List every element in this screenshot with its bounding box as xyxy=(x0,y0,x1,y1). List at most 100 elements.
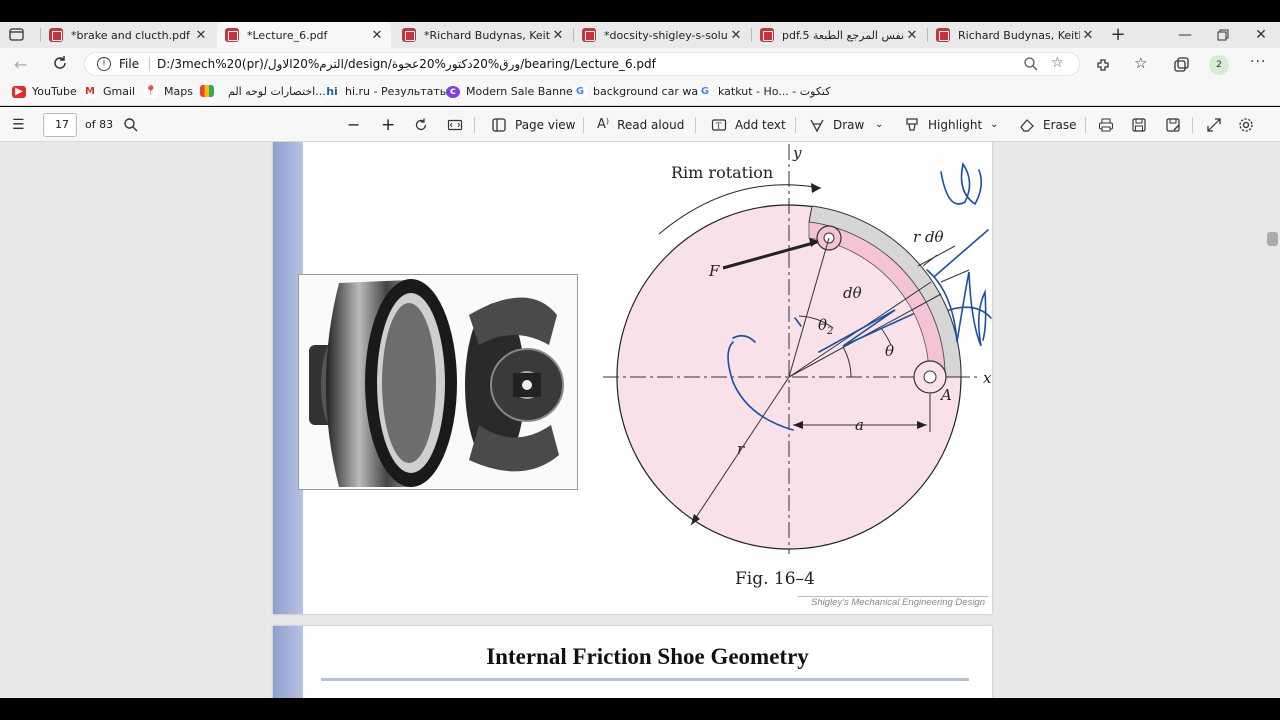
save-as-icon[interactable] xyxy=(1165,107,1181,142)
close-tab-icon[interactable]: ✕ xyxy=(904,28,920,43)
youtube-icon: ▶ xyxy=(12,85,26,98)
vertical-scrollbar-thumb[interactable] xyxy=(1267,232,1278,246)
tab-actions-icon[interactable] xyxy=(8,27,26,43)
bookmark-label: Modern Sale Banne... xyxy=(466,85,584,98)
address-divider xyxy=(149,57,150,71)
toolbar-divider xyxy=(474,117,475,133)
tab-title: *Lecture_6.pdf xyxy=(247,28,328,42)
tab-title: *brake and clucth.pdf xyxy=(71,28,190,42)
add-favorite-icon[interactable]: ☆ xyxy=(1051,55,1064,71)
minimize-icon[interactable]: — xyxy=(1176,25,1194,45)
new-tab-icon[interactable]: + xyxy=(1108,25,1128,45)
tab-richard-budynas-1[interactable]: *Richard Budynas, Keith Nis ✕ xyxy=(394,22,572,48)
refresh-icon[interactable] xyxy=(50,53,70,73)
erase-label: Erase xyxy=(1043,117,1077,132)
draw-options-chevron-icon[interactable]: ⌄ xyxy=(875,107,883,142)
gmail-icon: M xyxy=(83,85,97,98)
bookmark-katkut[interactable]: Gkatkut - Ho... - كتكوت xyxy=(698,85,830,98)
more-options-icon[interactable]: ··· xyxy=(1250,54,1266,70)
close-tab-icon[interactable]: ✕ xyxy=(193,28,209,43)
print-icon[interactable] xyxy=(1098,107,1114,142)
search-icon[interactable] xyxy=(123,107,139,142)
fullscreen-icon[interactable] xyxy=(1206,107,1222,142)
close-tab-icon[interactable]: ✕ xyxy=(1080,28,1096,43)
bookmarks-bar: ▶ YouTube M Gmail 📍 Maps اختصارات لوحه الم.… xyxy=(0,80,1280,106)
pdf-viewer[interactable]: Rim rotation F y x r dθ dθ θ2 θ A a r Fi… xyxy=(0,142,1280,698)
page-view-button[interactable]: Page view xyxy=(491,107,576,142)
page-view-icon xyxy=(492,117,506,132)
pdf-file-icon xyxy=(760,28,774,42)
point-a-label: A xyxy=(939,386,952,404)
hi-icon: hi xyxy=(325,84,339,98)
bookmark-label: background car wa... xyxy=(593,85,709,98)
find-in-page-icon[interactable] xyxy=(1023,56,1039,72)
tab-brake-clutch[interactable]: *brake and clucth.pdf ✕ xyxy=(41,22,215,48)
x-axis-label: x xyxy=(983,369,992,387)
dtheta-label: dθ xyxy=(843,284,862,302)
figure-caption: Fig. 16–4 xyxy=(735,569,815,589)
bookmark-modern-sale-banner[interactable]: c Modern Sale Banne... xyxy=(446,85,583,98)
back-icon[interactable]: ← xyxy=(14,55,27,74)
bookmark-gmail[interactable]: M Gmail xyxy=(83,85,135,98)
favorites-icon[interactable]: ☆ xyxy=(1134,54,1147,72)
rim-rotation-label: Rim rotation xyxy=(671,163,773,182)
save-icon[interactable] xyxy=(1131,107,1147,142)
pdf-file-icon xyxy=(582,28,596,42)
close-window-icon[interactable]: ✕ xyxy=(1252,25,1270,45)
r-dtheta-label: r dθ xyxy=(913,228,944,246)
extensions-icon[interactable] xyxy=(1094,56,1112,74)
highlight-button[interactable]: Highlight xyxy=(904,107,982,142)
tab-same-reference-5th-edition[interactable]: pdf.5 نفس المرجع الطبعة ✕ xyxy=(752,22,926,48)
highlight-options-chevron-icon[interactable]: ⌄ xyxy=(990,107,998,142)
bookmark-keyboard-shortcuts[interactable]: اختصارات لوحه الم... xyxy=(228,85,326,98)
tab-lecture-6[interactable]: *Lecture_6.pdf ✕ xyxy=(217,22,391,48)
pdf-file-icon xyxy=(936,28,950,42)
screen-bottom-bezel xyxy=(0,698,1280,720)
tab-docsity-shigley[interactable]: *docsity-shigley-s-solution- ✕ xyxy=(574,22,750,48)
close-tab-icon[interactable]: ✕ xyxy=(728,28,744,43)
bookmark-label: Maps xyxy=(164,85,193,98)
restore-icon[interactable] xyxy=(1214,26,1232,44)
profile-avatar[interactable]: 2 xyxy=(1209,55,1229,75)
bookmark-background-car[interactable]: Gbackground car wa... xyxy=(573,85,709,98)
close-tab-icon[interactable]: ✕ xyxy=(369,28,385,43)
bookmark-label: katkut - Ho... - كتكوت xyxy=(718,85,831,98)
canva-icon: c xyxy=(446,85,460,98)
y-axis-label: y xyxy=(792,144,802,162)
bookmark-maps[interactable]: 📍 Maps xyxy=(144,85,193,98)
theta2-subscript: 2 xyxy=(826,326,833,337)
zoom-out-icon[interactable]: − xyxy=(347,107,360,142)
address-bar[interactable]: i File D:/3mech%20(pr)/الترم%20الاول/des… xyxy=(84,52,1080,76)
svg-text:T: T xyxy=(716,121,722,130)
tab-richard-budynas-2[interactable]: Richard Budynas, Keith Nis ✕ xyxy=(928,22,1102,48)
info-icon[interactable]: i xyxy=(97,57,111,71)
read-aloud-button[interactable]: A⁾ Read aloud xyxy=(597,107,684,142)
zoom-in-icon[interactable]: + xyxy=(381,107,395,142)
bookmark-apps[interactable] xyxy=(200,85,220,97)
erase-button[interactable]: Erase xyxy=(1019,107,1077,142)
url-text[interactable]: D:/3mech%20(pr)/الترم%20الاول/design/ورق… xyxy=(157,57,947,71)
toolbar-divider xyxy=(795,117,796,133)
read-aloud-icon: A⁾ xyxy=(597,117,610,132)
draw-button[interactable]: Draw xyxy=(809,107,864,142)
add-text-label: Add text xyxy=(735,117,786,132)
bookmark-label: hi.ru - Результаты... xyxy=(345,85,459,98)
theta-label: θ xyxy=(885,342,894,360)
brake-shoe-diagram: Rim rotation F y x r dθ dθ θ2 θ A a r Fi… xyxy=(603,144,992,589)
google-icon: G xyxy=(573,85,587,98)
tab-title: Richard Budynas, Keith Nis xyxy=(958,28,1080,42)
draw-icon xyxy=(810,119,824,132)
settings-gear-icon[interactable] xyxy=(1238,107,1254,142)
collections-icon[interactable] xyxy=(1172,56,1190,74)
add-text-button[interactable]: T Add text xyxy=(711,107,786,142)
pdf-toolbar: ☰ 17 of 83 − + Page view A⁾ Read aloud T… xyxy=(0,107,1280,142)
contents-icon[interactable]: ☰ xyxy=(12,107,33,142)
fit-width-icon[interactable] xyxy=(447,107,463,142)
rotate-icon[interactable] xyxy=(413,107,429,142)
bookmark-youtube[interactable]: ▶ YouTube xyxy=(12,85,77,98)
pdf-file-icon xyxy=(402,28,416,42)
bookmark-hi-ru[interactable]: hi hi.ru - Результаты... xyxy=(325,85,459,98)
close-tab-icon[interactable]: ✕ xyxy=(550,28,566,43)
page-number-input[interactable]: 17 xyxy=(43,113,77,137)
tab-title: pdf.5 نفس المرجع الطبعة xyxy=(782,28,904,42)
